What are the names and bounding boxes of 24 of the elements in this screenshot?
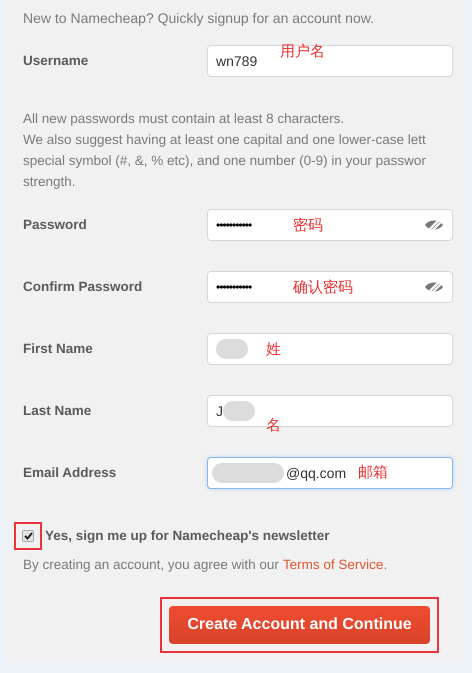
hint-text: strength.: [23, 173, 76, 191]
field-label: Username: [23, 52, 90, 70]
terms-text: By creating an account, you agree with our: [23, 556, 279, 574]
field-label: Email Address: [23, 464, 118, 482]
eye-slash-icon[interactable]: [424, 218, 444, 232]
checkbox[interactable]: [22, 530, 34, 542]
annotation-text: 用户名: [280, 43, 325, 60]
field-label: Confirm Password: [23, 278, 144, 296]
hint-text: special symbol (#, &, % etc), and one number (0-9) in your passwor: [23, 152, 426, 170]
hint-text: We also suggest having at least one capital and one lower-case lett: [23, 131, 426, 149]
annotation-text: 邮箱: [358, 464, 388, 481]
eye-slash-icon[interactable]: [424, 280, 444, 294]
field-label: First Name: [23, 340, 94, 358]
annotation-text: 密码: [293, 217, 323, 234]
annotation-text: 姓: [266, 341, 281, 358]
intro-text: New to Namecheap? Quickly signup for an account now.: [23, 9, 375, 28]
terms-text: .: [383, 556, 388, 574]
hint-text: All new passwords must contain at least 8 characters.: [23, 110, 344, 128]
field-label: Last Name: [23, 402, 92, 420]
field-label: Password: [23, 216, 88, 234]
input-field[interactable]: [207, 333, 453, 365]
create-account-button[interactable]: Create Account and Continue: [169, 606, 430, 644]
annotation-text: 确认密码: [293, 279, 353, 296]
checkbox-label[interactable]: Yes, sign me up for Namecheap's newsletter: [45, 526, 330, 546]
